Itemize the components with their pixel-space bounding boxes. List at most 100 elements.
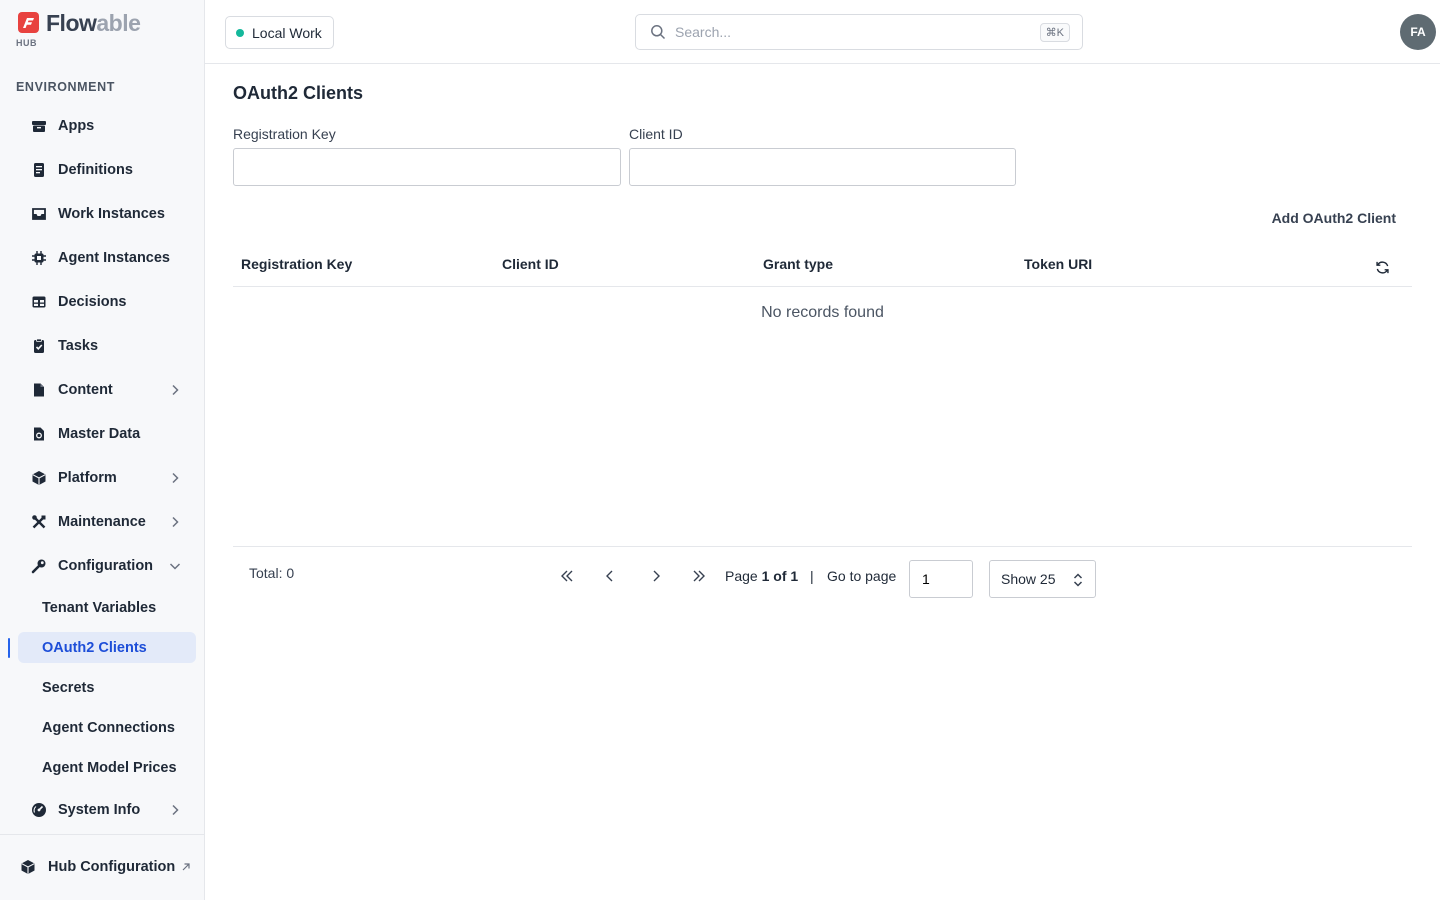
sidebar-subitem-oauth2-clients[interactable]: OAuth2 Clients	[18, 632, 196, 663]
chevron-right-icon	[172, 804, 179, 816]
sidebar-item-apps[interactable]: Apps	[18, 110, 196, 142]
sidebar-item-work-instances[interactable]: Work Instances	[18, 198, 196, 230]
active-indicator	[8, 638, 10, 658]
sidebar-item-agent-instances[interactable]: Agent Instances	[18, 242, 196, 274]
logo-wordmark-dark: Flow	[46, 10, 97, 36]
hub-configuration-label: Hub Configuration	[48, 859, 176, 875]
chevron-down-icon	[169, 563, 181, 570]
sidebar-subitem-secrets[interactable]: Secrets	[18, 672, 196, 703]
page-size-select[interactable]: Show 25	[989, 560, 1096, 598]
table-icon	[31, 294, 47, 310]
gauge-icon	[31, 802, 47, 818]
file-data-icon	[31, 426, 47, 442]
environment-selector[interactable]: Local Work	[225, 16, 334, 49]
add-oauth2-client-button[interactable]: Add OAuth2 Client	[1272, 210, 1396, 226]
environment-name: Local Work	[252, 24, 322, 41]
chip-icon	[31, 250, 47, 266]
logo-wordmark: Flowable	[46, 10, 141, 37]
chevron-right-icon	[172, 472, 179, 484]
column-header-token-uri[interactable]: Token URI	[1024, 256, 1092, 272]
last-page-icon[interactable]	[691, 568, 707, 584]
page-indicator: Page 1 of 1	[725, 568, 798, 584]
sidebar-item-maintenance[interactable]: Maintenance	[18, 506, 196, 538]
page-title: OAuth2 Clients	[233, 83, 364, 103]
refresh-icon[interactable]	[1375, 260, 1390, 275]
sidebar-item-label: System Info	[58, 802, 141, 818]
registration-key-label: Registration Key	[233, 126, 336, 142]
cube-icon	[31, 470, 47, 486]
empty-state-message: No records found	[761, 304, 884, 321]
chevron-right-icon	[172, 516, 179, 528]
clipboard-check-icon	[31, 338, 47, 354]
sidebar-subitem-label: Tenant Variables	[42, 599, 157, 616]
sidebar-subitem-label: OAuth2 Clients	[42, 639, 147, 656]
sidebar-item-platform[interactable]: Platform	[18, 462, 196, 494]
client-id-label: Client ID	[629, 126, 683, 142]
logo-wordmark-light: able	[96, 10, 141, 36]
sidebar-item-label: Definitions	[58, 162, 133, 178]
sidebar-item-tasks[interactable]: Tasks	[18, 330, 196, 362]
tools-icon	[31, 514, 47, 530]
next-page-icon[interactable]	[648, 568, 664, 584]
sidebar-section-label: ENVIRONMENT	[16, 80, 115, 94]
cube-icon	[20, 859, 36, 875]
flowable-logo-icon	[18, 12, 39, 33]
page-prefix: Page	[725, 568, 758, 584]
sidebar-item-master-data[interactable]: Master Data	[18, 418, 196, 450]
previous-page-icon[interactable]	[602, 568, 618, 584]
column-header-registration-key[interactable]: Registration Key	[241, 256, 352, 272]
chevron-right-icon	[172, 384, 179, 396]
table-header: Registration Key Client ID Grant type To…	[233, 245, 1412, 287]
sidebar-item-configuration[interactable]: Configuration	[18, 550, 196, 582]
sidebar-item-label: Platform	[58, 470, 117, 486]
box-icon	[31, 118, 47, 134]
sidebar-subitem-agent-model-prices[interactable]: Agent Model Prices	[18, 752, 196, 783]
top-bar: Local Work ⌘K FA	[205, 0, 1440, 64]
total-count: Total: 0	[249, 565, 295, 581]
sidebar-item-label: Apps	[58, 118, 95, 134]
sidebar-item-label: Work Instances	[58, 206, 165, 222]
page-size-value: Show 25	[1001, 571, 1056, 587]
external-link-icon	[182, 863, 190, 871]
sidebar-item-system-info[interactable]: System Info	[18, 794, 196, 826]
sidebar-subitem-label: Agent Model Prices	[42, 759, 177, 776]
sidebar-item-content[interactable]: Content	[18, 374, 196, 406]
sidebar-subitem-label: Secrets	[42, 679, 95, 696]
logo-sub-label: HUB	[16, 38, 37, 48]
sidebar-subitem-tenant-variables[interactable]: Tenant Variables	[18, 592, 196, 623]
global-search[interactable]: ⌘K	[635, 14, 1083, 50]
document-icon	[31, 162, 47, 178]
sidebar-item-decisions[interactable]: Decisions	[18, 286, 196, 318]
sidebar-subitem-agent-connections[interactable]: Agent Connections	[18, 712, 196, 743]
sidebar-item-label: Content	[58, 382, 113, 398]
wrench-icon	[31, 558, 47, 574]
pagination-bar: Total: 0 Page 1 of 1 | Go to page Show 2…	[233, 546, 1412, 606]
sidebar-item-label: Decisions	[58, 294, 127, 310]
sidebar-item-label: Tasks	[58, 338, 99, 354]
search-shortcut-hint: ⌘K	[1039, 22, 1070, 42]
user-avatar[interactable]: FA	[1400, 14, 1436, 50]
client-id-field[interactable]	[629, 148, 1016, 186]
column-header-client-id[interactable]: Client ID	[502, 256, 559, 272]
sidebar-item-definitions[interactable]: Definitions	[18, 154, 196, 186]
sidebar: Flowable HUB ENVIRONMENT Apps Definition…	[0, 0, 205, 900]
sidebar-footer: Hub Configuration	[0, 834, 204, 900]
hub-configuration-link[interactable]: Hub Configuration	[8, 851, 196, 883]
file-icon	[31, 382, 47, 398]
select-updown-icon	[1073, 573, 1083, 587]
first-page-icon[interactable]	[559, 568, 575, 584]
page-current: 1 of 1	[761, 568, 799, 584]
column-header-grant-type[interactable]: Grant type	[763, 256, 833, 272]
go-to-page-label: Go to page	[827, 568, 897, 584]
sidebar-item-label: Agent Instances	[58, 250, 170, 266]
sidebar-item-label: Maintenance	[58, 514, 146, 530]
pagination-separator: |	[810, 568, 814, 584]
inbox-icon	[31, 206, 47, 222]
registration-key-field[interactable]	[233, 148, 621, 186]
search-input[interactable]	[675, 24, 1040, 40]
search-icon	[651, 25, 666, 40]
environment-status-dot	[236, 28, 244, 37]
sidebar-subitem-label: Agent Connections	[42, 719, 175, 736]
sidebar-item-label: Configuration	[58, 558, 154, 574]
go-to-page-input[interactable]	[909, 560, 973, 598]
